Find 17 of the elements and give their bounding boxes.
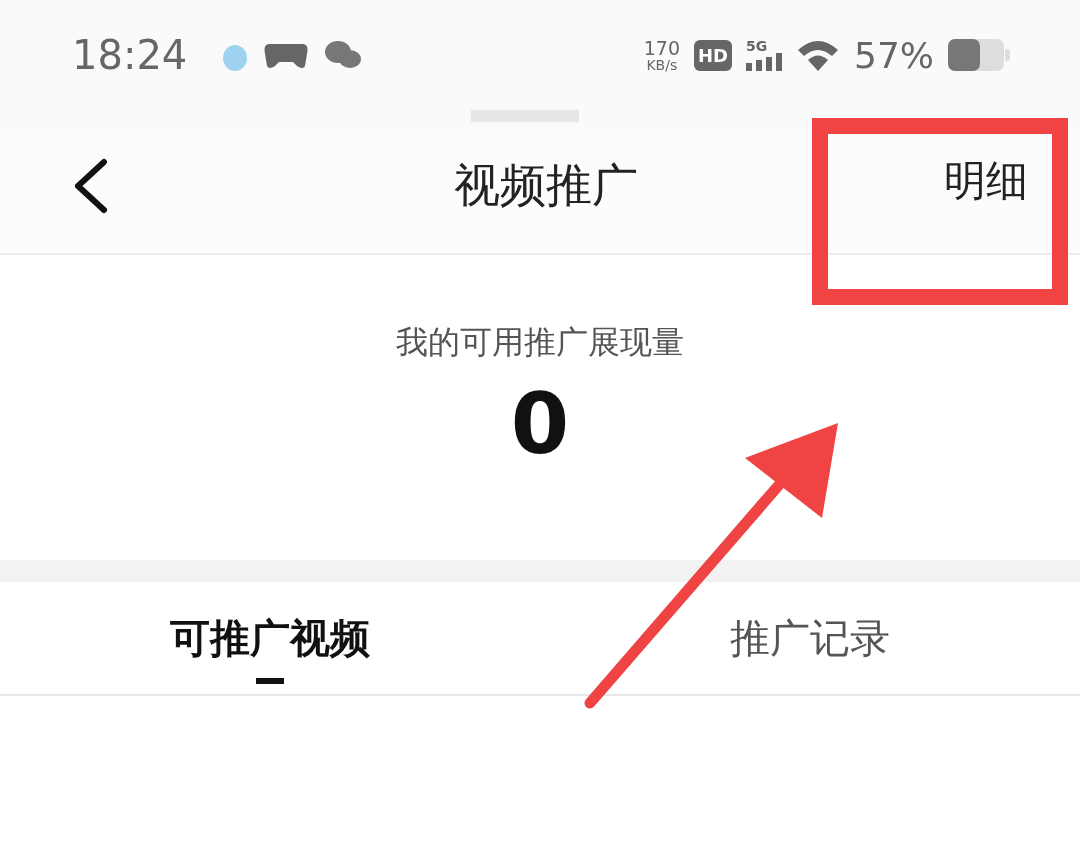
battery-icon xyxy=(948,39,1010,71)
page-title: 视频推广 xyxy=(453,156,639,214)
summary-label: 我的可用推广展现量 xyxy=(396,322,684,363)
signal-icon xyxy=(746,53,782,71)
chat-icon xyxy=(323,39,364,71)
tab[interactable]: 推广记录 xyxy=(540,582,1080,694)
hd-badge: HD xyxy=(693,39,732,71)
summary-value: 0 xyxy=(510,375,570,473)
network-type: 5G xyxy=(746,39,768,53)
network-speed: 170 xyxy=(643,38,680,58)
speed-unit: KB/s xyxy=(646,57,678,72)
tab[interactable]: 可推广视频 xyxy=(0,582,540,694)
details-link[interactable]: 明细 xyxy=(944,152,1028,209)
status-time: 18:24 xyxy=(72,32,188,78)
wifi-icon xyxy=(796,38,840,72)
back-icon[interactable] xyxy=(72,157,108,214)
battery-percent: 57% xyxy=(854,34,934,76)
